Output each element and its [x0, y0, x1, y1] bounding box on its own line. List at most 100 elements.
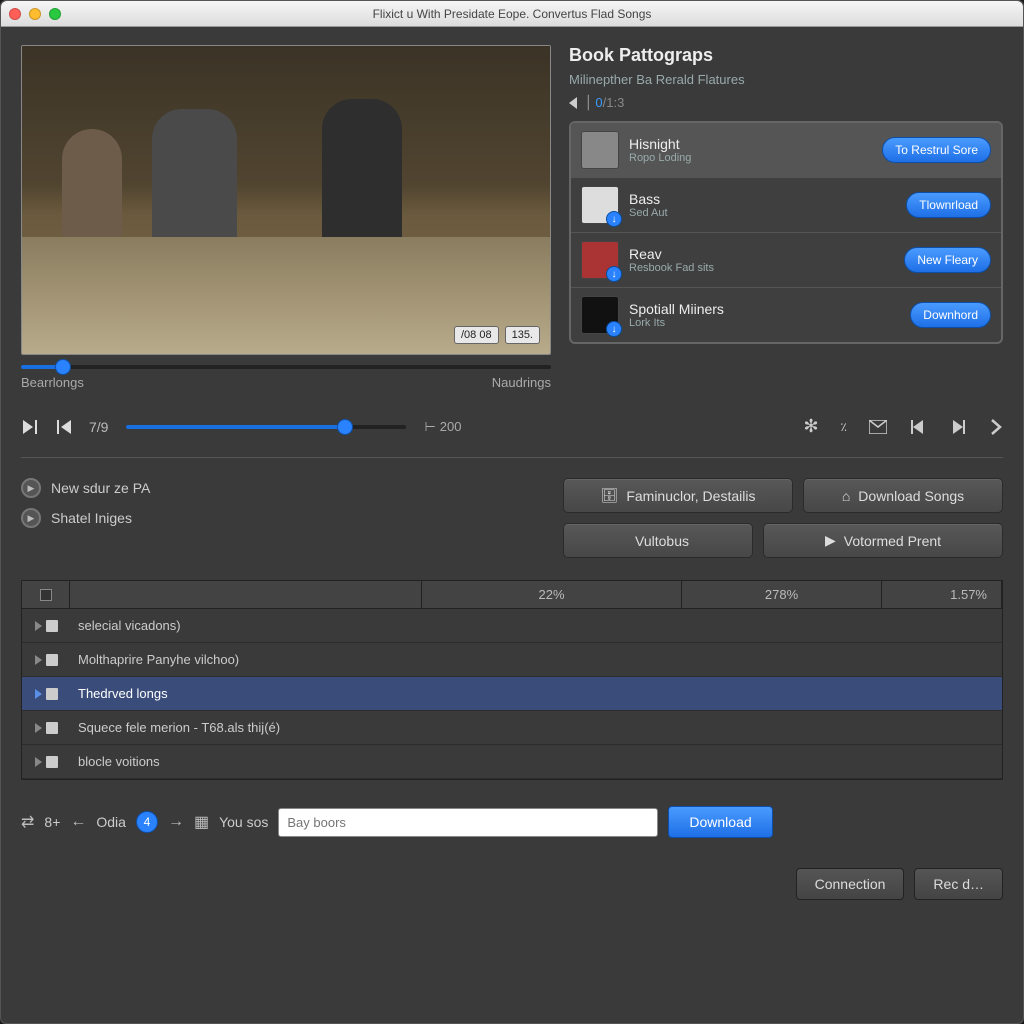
side-item-action-button[interactable]: Downhord — [910, 302, 991, 328]
source-item-new[interactable]: ▶ New sdur ze PA — [21, 478, 150, 498]
table-row[interactable]: Squece fele merion - T68.als thij(é) — [22, 711, 1002, 745]
prefix-label: 8+ — [44, 814, 60, 830]
download-songs-button[interactable]: ⌂ Download Songs — [803, 478, 1003, 513]
stop-icon — [46, 620, 58, 632]
faminuclor-button[interactable]: 🗄 Faminuclor, Destailis — [563, 478, 793, 513]
expand-icon[interactable] — [35, 723, 42, 733]
download-button[interactable]: Download — [668, 806, 772, 838]
skip-prev-button[interactable] — [55, 418, 73, 436]
table-row[interactable]: Thedrved longs — [22, 677, 1002, 711]
page-badge: 4 — [136, 811, 158, 833]
youtube-icon: ▶ — [825, 532, 836, 549]
expand-icon[interactable] — [35, 757, 42, 767]
source-item-shatel[interactable]: ▶ Shatel Iniges — [21, 508, 150, 528]
side-list: Hisnight Ropo Loding To Restrul Sore ↓ B… — [569, 121, 1003, 344]
col-pct1[interactable]: 22% — [422, 581, 682, 608]
chevron-right-icon[interactable] — [989, 418, 1003, 436]
bottom-bar: ⇄ 8+ ← Odia 4 → ▦ You sos Download — [21, 806, 1003, 838]
side-item-title: Bass — [629, 191, 896, 207]
side-item-sub: Ropo Loding — [629, 152, 872, 164]
counter-current: 0 — [595, 95, 602, 110]
skip-next-button[interactable] — [21, 418, 39, 436]
arrow-left-icon[interactable]: ← — [70, 813, 86, 831]
window-title: Flixict u With Presidate Eope. Convertus… — [1, 7, 1023, 21]
search-input[interactable] — [278, 808, 658, 837]
video-labels: Bearrlongs Naudrings — [21, 375, 551, 390]
side-item-sub: Sed Aut — [629, 207, 896, 219]
video-label-left: Bearrlongs — [21, 375, 84, 390]
side-item-title: Reav — [629, 246, 894, 262]
side-title: Book Pattograps — [569, 45, 1003, 66]
side-item-title: Spotiall Miiners — [629, 301, 900, 317]
end-marker-icon: ⊢ — [424, 419, 435, 435]
side-item-title: Hisnight — [629, 136, 872, 152]
calculator-icon[interactable]: ▦ — [194, 812, 209, 832]
arrow-right-icon[interactable]: → — [168, 813, 184, 831]
side-item-bass[interactable]: ↓ Bass Sed Aut Tlownrload — [571, 178, 1001, 233]
col-pct2[interactable]: 278% — [682, 581, 882, 608]
row-name: Thedrved longs — [70, 682, 1002, 705]
mid-row: ▶ New sdur ze PA ▶ Shatel Iniges 🗄 Famin… — [21, 478, 1003, 558]
source-item-label: New sdur ze PA — [51, 480, 150, 496]
expand-icon[interactable] — [35, 689, 42, 699]
side-item-action-button[interactable]: New Fleary — [904, 247, 991, 273]
content-area: /08 08 135. Bearrlongs Naudrings B — [1, 27, 1023, 1023]
side-item-sub: Lork Its — [629, 317, 900, 329]
playback-bar: 7/9 ⊢ 200 ✻ ٪ — [21, 416, 1003, 437]
mail-icon[interactable] — [869, 420, 887, 434]
table-row[interactable]: blocle voitions — [22, 745, 1002, 779]
divider — [21, 457, 1003, 458]
play-circle-icon: ▶ — [21, 508, 41, 528]
source-item-label: Shatel Iniges — [51, 510, 132, 526]
step-back-icon[interactable] — [909, 418, 927, 436]
home-icon: ⌂ — [842, 488, 850, 504]
side-item-action-button[interactable]: Tlownrload — [906, 192, 991, 218]
video-preview[interactable]: /08 08 135. — [21, 45, 551, 355]
side-counter: ⎮ 0/1:3 — [569, 95, 1003, 111]
table-row[interactable]: selecial vicadons) — [22, 609, 1002, 643]
votormed-button[interactable]: ▶ Votormed Prent — [763, 523, 1003, 558]
col-name[interactable] — [70, 581, 422, 608]
stop-icon — [46, 756, 58, 768]
progress-slider[interactable] — [126, 425, 406, 429]
titlebar: Flixict u With Presidate Eope. Convertus… — [1, 1, 1023, 27]
settings-icon[interactable]: ⇄ — [21, 812, 34, 832]
step-forward-icon[interactable] — [949, 418, 967, 436]
table-row[interactable]: Molthaprire Panyhe vilchoo) — [22, 643, 1002, 677]
video-badges: /08 08 135. — [454, 326, 540, 344]
table-header: 22% 278% 1.57% — [22, 581, 1002, 609]
source-list: ▶ New sdur ze PA ▶ Shatel Iniges — [21, 478, 150, 558]
thumb-icon — [581, 131, 619, 169]
video-scrub-slider[interactable] — [21, 365, 551, 369]
side-item-sub: Resbook Fad sits — [629, 262, 894, 274]
button-grid: 🗄 Faminuclor, Destailis ⌂ Download Songs… — [563, 478, 1003, 558]
thumb-icon: ↓ — [581, 241, 619, 279]
stop-icon — [46, 722, 58, 734]
side-item-reav[interactable]: ↓ Reav Resbook Fad sits New Fleary — [571, 233, 1001, 288]
rec-button[interactable]: Rec d… — [914, 868, 1003, 900]
select-all-checkbox[interactable] — [40, 589, 52, 601]
upper-row: /08 08 135. Bearrlongs Naudrings B — [21, 45, 1003, 390]
video-size-badge: 135. — [505, 326, 540, 344]
expand-icon[interactable] — [35, 655, 42, 665]
app-window: Flixict u With Presidate Eope. Convertus… — [0, 0, 1024, 1024]
download-badge-icon: ↓ — [606, 266, 622, 282]
side-item-hisnight[interactable]: Hisnight Ropo Loding To Restrul Sore — [571, 123, 1001, 178]
playback-count: 7/9 — [89, 419, 108, 435]
side-item-action-button[interactable]: To Restrul Sore — [882, 137, 991, 163]
back-triangle-icon[interactable] — [569, 97, 577, 109]
sparkle-icon[interactable]: ✻ — [803, 416, 818, 437]
col-pct3[interactable]: 1.57% — [882, 581, 1002, 608]
play-circle-icon: ▶ — [21, 478, 41, 498]
connection-button[interactable]: Connection — [796, 868, 905, 900]
vultobus-button[interactable]: Vultobus — [563, 523, 753, 558]
video-time-badge: /08 08 — [454, 326, 499, 344]
footer-bar: Connection Rec d… — [21, 868, 1003, 900]
expand-icon[interactable] — [35, 621, 42, 631]
yousos-label: You sos — [219, 814, 268, 830]
side-panel: Book Pattograps Milinepther Ba Rerald Fl… — [569, 45, 1003, 390]
side-item-spotiall[interactable]: ↓ Spotiall Miiners Lork Its Downhord — [571, 288, 1001, 342]
odia-label: Odia — [96, 814, 126, 830]
percent-icon[interactable]: ٪ — [841, 420, 847, 434]
thumb-icon: ↓ — [581, 186, 619, 224]
